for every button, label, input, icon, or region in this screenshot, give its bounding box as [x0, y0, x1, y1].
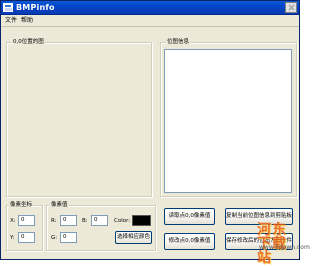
- close-button[interactable]: [285, 2, 297, 13]
- bitmap-info-textarea[interactable]: [164, 49, 292, 193]
- r-label: R:: [51, 218, 57, 224]
- image-group-label: 0,0位置的图: [12, 39, 45, 46]
- watermark-url: www.hdown.com: [259, 244, 310, 251]
- color-label: Color:: [114, 218, 131, 224]
- menu-help[interactable]: 帮助: [21, 17, 33, 25]
- menu-bar: 文件 帮助: [1, 16, 299, 27]
- modify-pixel-button[interactable]: 修改点0,0像素值: [164, 233, 215, 250]
- window-title: BMPinfo: [16, 3, 55, 12]
- color-swatch: [132, 215, 151, 226]
- pick-color-button[interactable]: 选择相应颜色: [115, 231, 152, 244]
- pixel-coords-label: 像素坐标: [9, 202, 34, 209]
- menu-file[interactable]: 文件: [5, 17, 17, 25]
- image-group: 0,0位置的图: [6, 39, 152, 197]
- close-icon: [288, 4, 294, 11]
- pixel-values-label: 像素值: [50, 202, 69, 209]
- x-label: X:: [10, 218, 16, 224]
- x-field[interactable]: 0: [18, 215, 35, 226]
- app-window: BMPinfo 文件 帮助 0,0位置的图 位图信息 像素坐标 X: 0 Y: …: [0, 0, 310, 265]
- b-field[interactable]: 0: [91, 215, 108, 226]
- pixel-values-group: 像素值: [46, 202, 156, 251]
- read-pixel-button[interactable]: 读取点0,0像素值: [164, 208, 215, 225]
- app-icon: [3, 3, 13, 12]
- title-bar[interactable]: BMPinfo: [1, 1, 299, 15]
- y-label: Y:: [10, 235, 15, 241]
- g-field[interactable]: 0: [60, 232, 77, 243]
- y-field[interactable]: 0: [18, 232, 35, 243]
- bitmap-info-label: 位图信息: [166, 39, 191, 46]
- pixel-coords-group: 像素坐标: [6, 202, 43, 251]
- r-field[interactable]: 0: [60, 215, 77, 226]
- b-label: B:: [82, 218, 88, 224]
- g-label: G:: [51, 235, 58, 241]
